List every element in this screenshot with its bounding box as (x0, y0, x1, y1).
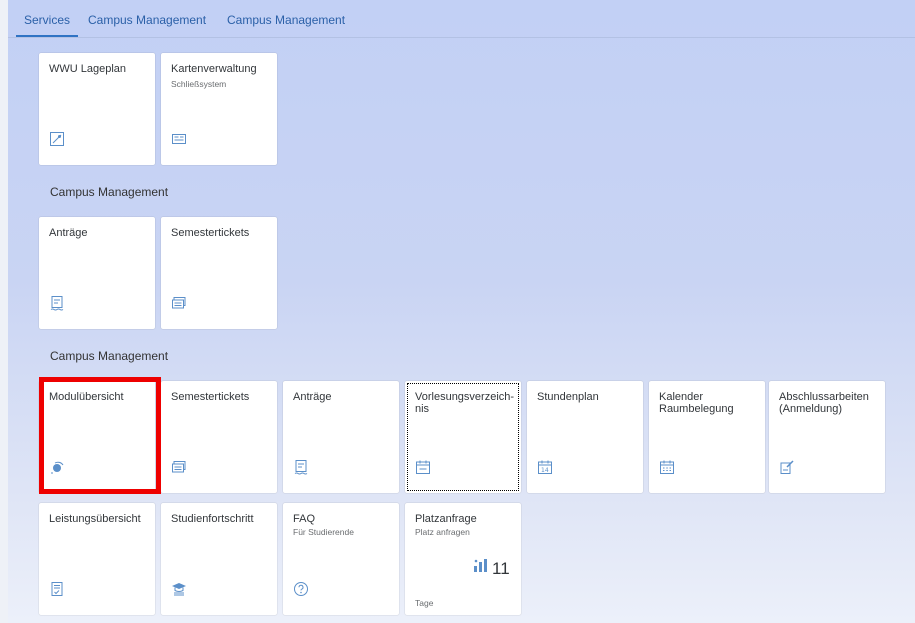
tile-kartenverwaltung[interactable]: Kartenverwaltung Schließsystem (161, 53, 277, 165)
bar-chart-icon (473, 557, 489, 578)
tile-title: Platzanfrage (415, 513, 477, 525)
tile-antraege[interactable]: Anträge (39, 217, 155, 329)
tile-antraege-2[interactable]: Anträge (283, 381, 399, 493)
tile-title: Semestertickets (171, 227, 250, 239)
tile-wwu-lageplan[interactable]: WWU Lageplan (39, 53, 155, 165)
kpi-value: 11 (492, 559, 510, 578)
tab-campus-management-2[interactable]: Campus Management (227, 13, 345, 27)
tile-semestertickets-2[interactable]: Semestertickets (161, 381, 277, 493)
tickets-icon (171, 459, 187, 475)
tile-title: Anträge (49, 227, 88, 239)
tile-title: Stundenplan (537, 391, 599, 403)
tile-title: Modulübersicht (49, 391, 124, 403)
calendar-icon (415, 459, 431, 475)
document-icon (293, 459, 309, 475)
question-icon (293, 581, 309, 597)
tile-platzanfrage[interactable]: Platzanfrage Platz anfragen 11 Tage (405, 503, 521, 615)
tile-kalender-raumbelegung[interactable]: Kalender Raumbelegung (649, 381, 765, 493)
tile-faq[interactable]: FAQ Für Studierende (283, 503, 399, 615)
svg-text:14: 14 (541, 467, 549, 474)
tile-moduluebersicht[interactable]: Modulübersicht (39, 381, 155, 493)
section-title-campus-management-1: Campus Management (50, 185, 169, 199)
tab-services[interactable]: Services (15, 13, 79, 37)
education-icon (171, 581, 187, 597)
tile-abschlussarbeiten[interactable]: Abschlussarbeiten (Anmeldung) (769, 381, 885, 493)
tickets-icon (171, 295, 187, 311)
calendar-14-icon: 14 (537, 459, 553, 475)
tile-leistungsuebersicht[interactable]: Leistungsübersicht (39, 503, 155, 615)
left-edge (0, 0, 8, 623)
edit-document-icon (779, 459, 795, 475)
tile-title: FAQ (293, 513, 316, 525)
card-icon (171, 131, 187, 147)
section-title-campus-management-2: Campus Management (50, 349, 169, 363)
tile-stundenplan[interactable]: Stundenplan 14 (527, 381, 643, 493)
map-icon (49, 131, 65, 147)
tile-semestertickets[interactable]: Semestertickets (161, 217, 277, 329)
tile-title: Anträge (293, 391, 332, 403)
tile-title: Kalender Raumbelegung (659, 391, 734, 415)
tile-title: WWU Lageplan (49, 63, 127, 75)
tile-subtitle: Schließsystem (171, 79, 227, 89)
tile-title: Semestertickets (171, 391, 250, 403)
tile-title: Kartenverwaltung (171, 63, 257, 75)
module-overview-icon (49, 459, 65, 475)
tile-title: Leistungsübersicht (49, 513, 141, 525)
checklist-icon (49, 581, 65, 597)
document-icon (49, 295, 65, 311)
kpi-unit: Tage (415, 598, 434, 608)
tile-title: Vorlesungsverzeich-nis (415, 391, 515, 415)
tile-vorlesungsverzeichnis[interactable]: Vorlesungsverzeich-nis (405, 381, 521, 493)
calendar-grid-icon (659, 459, 675, 475)
tab-bar: Services Campus Management Campus Manage… (8, 0, 915, 38)
kpi: 11 (473, 557, 510, 578)
tile-studienfortschritt[interactable]: Studienfortschritt (161, 503, 277, 615)
tab-campus-management-1[interactable]: Campus Management (88, 13, 206, 27)
tile-subtitle: Platz anfragen (415, 527, 470, 537)
tile-title: Abschlussarbeiten (Anmeldung) (779, 391, 869, 415)
tile-title: Studienfortschritt (171, 513, 254, 525)
tile-subtitle: Für Studierende (293, 527, 354, 537)
